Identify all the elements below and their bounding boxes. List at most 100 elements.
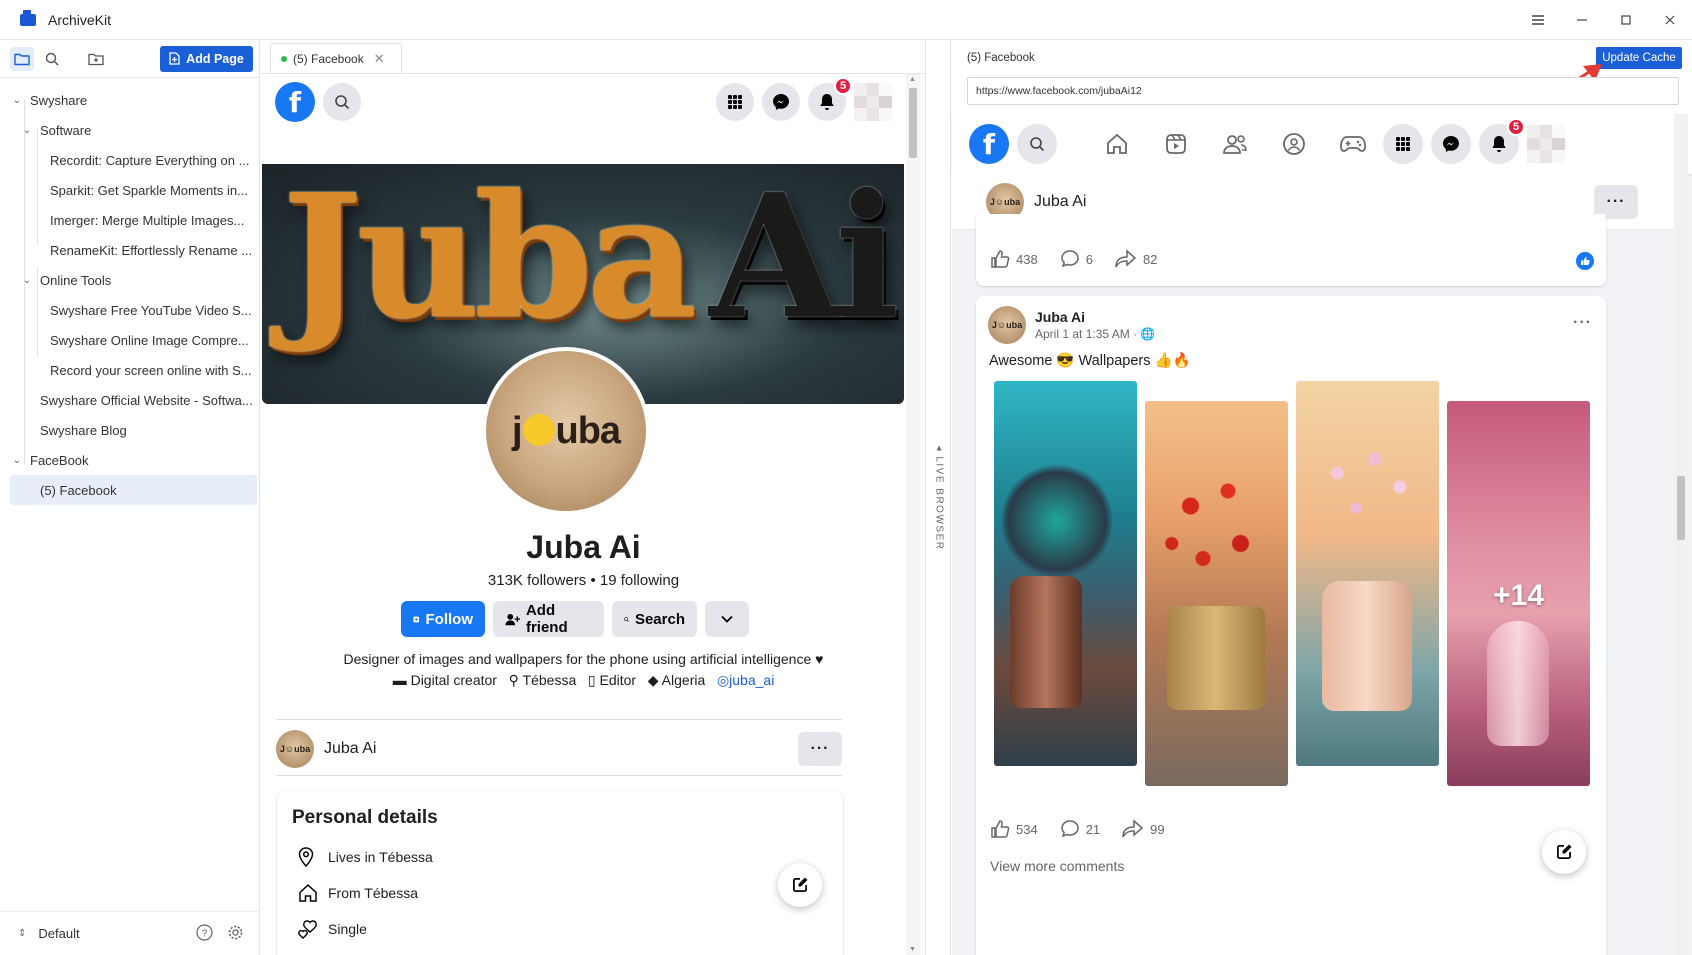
app-title: ArchiveKit [48, 11, 112, 28]
gallery-image[interactable] [1296, 381, 1439, 766]
update-cache-button[interactable]: Update Cache [1596, 47, 1682, 69]
notifications-bell-icon[interactable]: 5 [808, 77, 852, 121]
tree-item-facebook-page[interactable]: (5) Facebook [10, 475, 257, 505]
compose-button[interactable] [778, 863, 822, 907]
page-scrollbar[interactable]: ▲ ▼ [906, 74, 920, 955]
section-divider [276, 719, 842, 720]
scroll-thumb[interactable] [1677, 476, 1685, 540]
url-field[interactable]: https://www.facebook.com/jubaAi12 [967, 77, 1679, 105]
menu-grid-icon[interactable] [716, 83, 754, 121]
meta-country: Algeria [661, 672, 706, 688]
tab-facebook[interactable]: (5) Facebook ✕ [270, 43, 402, 73]
notifications-bell-icon[interactable]: 5 [1479, 118, 1525, 164]
gallery-image[interactable] [994, 381, 1137, 766]
post-time[interactable]: April 1 at 1:35 AM · 🌐 [1035, 327, 1155, 341]
tree-group-software[interactable]: ⌄ Software [0, 115, 259, 145]
tab-label: (5) Facebook [293, 51, 364, 66]
sticky-profile-bar: J☺uba Juba Ai ··· [276, 724, 842, 774]
close-button[interactable] [1648, 0, 1692, 40]
profile-name: Juba Ai [526, 529, 641, 565]
friends-icon[interactable] [1215, 124, 1255, 164]
live-browser-toggle[interactable]: ◂ LIVE BROWSER [925, 40, 951, 955]
like-count[interactable]: 438 [990, 249, 1038, 269]
thumbs-up-icon [991, 820, 1010, 838]
gallery-image[interactable] [1145, 401, 1288, 786]
avatar[interactable]: J☺uba [276, 730, 314, 768]
new-folder-icon[interactable] [84, 47, 108, 71]
messenger-icon[interactable] [762, 83, 800, 121]
instagram-link[interactable]: juba_ai [729, 672, 774, 688]
comment-count[interactable]: 21 [1060, 819, 1100, 839]
tree-item-renamekit[interactable]: RenameKit: Effortlessly Rename ... [0, 235, 259, 265]
author-name[interactable]: Juba Ai [1034, 193, 1086, 211]
tree-item-image-compressor[interactable]: Swyshare Online Image Compre... [0, 325, 259, 355]
page-tree: ⌄ Swyshare ⌄ Software Recordit: Capture Ev… [0, 78, 259, 505]
share-count-text: 99 [1150, 821, 1165, 837]
tree-group-online-tools[interactable]: ⌄ Online Tools [0, 265, 259, 295]
post-stats: 534 21 99 [990, 819, 1165, 839]
author-name[interactable]: Juba Ai [1035, 309, 1155, 325]
detail-relationship-text: Single [328, 921, 367, 937]
gaming-icon[interactable] [1333, 124, 1373, 164]
sort-updown-icon[interactable]: ⇕ [18, 928, 26, 939]
live-scrollbar[interactable] [1674, 114, 1688, 955]
close-tab-icon[interactable]: ✕ [374, 51, 385, 67]
tree-label: Recordit: Capture Everything on ... [50, 152, 250, 168]
gear-icon[interactable] [227, 924, 244, 944]
live-page-title: (5) Facebook [967, 52, 1035, 64]
folder-view-icon[interactable] [10, 46, 34, 71]
menu-grid-icon[interactable] [1383, 124, 1423, 164]
tree-item-youtube-video[interactable]: Swyshare Free YouTube Video S... [0, 295, 259, 325]
gallery-image[interactable]: +14 [1447, 401, 1590, 786]
hearts-icon [292, 919, 328, 939]
profile-selector[interactable]: Default [38, 926, 79, 941]
like-count[interactable]: 534 [990, 819, 1038, 839]
svg-text:?: ? [202, 928, 208, 939]
tree-item-official-website[interactable]: Swyshare Official Website - Softwa... [0, 385, 259, 415]
scroll-thumb[interactable] [909, 88, 917, 158]
view-more-comments-link[interactable]: View more comments [990, 858, 1124, 874]
tree-item-screen-recorder[interactable]: Record your screen online with S... [0, 355, 259, 385]
help-icon[interactable]: ? [196, 923, 213, 944]
tree-label: Swyshare [30, 92, 88, 108]
tree-group-swyshare[interactable]: ⌄ Swyshare [0, 85, 259, 115]
home-icon[interactable] [1097, 124, 1137, 164]
tree-group-facebook[interactable]: ⌄ FaceBook [0, 445, 259, 475]
minimize-button[interactable] [1560, 0, 1604, 40]
follow-button[interactable]: Follow [401, 601, 485, 637]
compose-button[interactable] [1542, 830, 1586, 874]
maximize-button[interactable] [1604, 0, 1648, 40]
tree-item-blog[interactable]: Swyshare Blog [0, 415, 259, 445]
menu-icon[interactable] [1516, 0, 1560, 40]
add-page-button[interactable]: Add Page [160, 45, 253, 72]
messenger-icon[interactable] [1431, 124, 1471, 164]
more-dots-icon[interactable]: ··· [798, 732, 842, 766]
profile-search-button[interactable]: Search [612, 601, 697, 637]
add-friend-button[interactable]: Add friend [493, 601, 604, 637]
groups-icon[interactable] [1274, 124, 1314, 164]
share-count[interactable]: 99 [1122, 819, 1165, 839]
author-name[interactable]: Juba Ai [324, 740, 376, 758]
share-count[interactable]: 82 [1115, 249, 1157, 269]
more-options-button[interactable] [705, 601, 749, 637]
search-icon[interactable] [40, 47, 64, 71]
account-avatar[interactable] [854, 83, 892, 121]
tree-item-recordit[interactable]: Recordit: Capture Everything on ... [0, 145, 259, 175]
search-icon[interactable] [1017, 124, 1057, 164]
facebook-logo-icon[interactable]: f [969, 124, 1009, 164]
tree-item-sparkit[interactable]: Sparkit: Get Sparkle Moments in... [0, 175, 259, 205]
comment-count[interactable]: 6 [1060, 249, 1093, 269]
profile-picture[interactable]: j uba [482, 347, 650, 515]
detail-relationship: Single [292, 911, 828, 947]
tree-item-imerger[interactable]: Imerger: Merge Multiple Images... [0, 205, 259, 235]
facebook-logo-icon[interactable]: f [275, 82, 315, 122]
reels-icon[interactable] [1156, 124, 1196, 164]
tree-label: Swyshare Free YouTube Video S... [50, 302, 252, 318]
comment-icon [1060, 820, 1079, 838]
avatar[interactable]: J☺uba [988, 306, 1026, 344]
tree-label: Swyshare Official Website - Softwa... [40, 392, 253, 408]
account-avatar[interactable] [1527, 125, 1565, 163]
follow-label: Follow [425, 610, 474, 628]
more-dots-icon[interactable]: ··· [1573, 314, 1592, 332]
search-icon[interactable] [323, 83, 361, 121]
